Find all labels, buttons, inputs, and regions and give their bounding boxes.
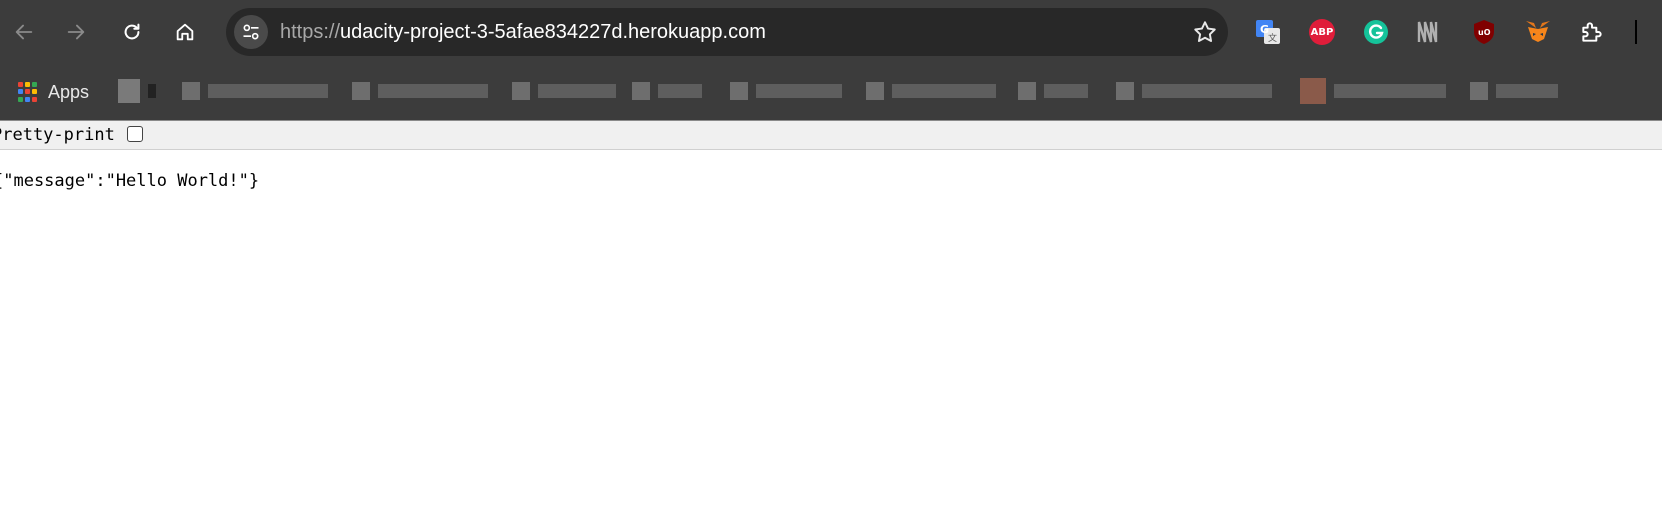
apps-shortcut[interactable]: Apps (18, 78, 89, 106)
apps-label: Apps (48, 81, 90, 102)
ublock-origin-icon: uO (1474, 20, 1494, 44)
tune-icon (243, 24, 259, 40)
bookmarks-bar: Apps (0, 64, 1662, 120)
metamask-icon (1526, 21, 1550, 42)
extensions-puzzle-icon (1582, 22, 1602, 42)
bookmark-item[interactable] (512, 78, 616, 104)
back-button[interactable] (6, 14, 42, 50)
svg-text:文: 文 (1268, 32, 1277, 44)
bookmark-item[interactable] (730, 78, 842, 104)
bookmark-item[interactable] (1300, 78, 1446, 104)
bookmark-item[interactable] (1018, 78, 1088, 104)
pretty-print-label: Pretty-print (0, 125, 115, 145)
bookmark-item[interactable] (1116, 78, 1272, 104)
toolbar-separator (1635, 20, 1637, 44)
google-translate-icon: G文 (1256, 20, 1280, 44)
json-viewer-toolbar: Pretty-print (0, 121, 1662, 150)
svg-text:uO: uO (1478, 28, 1491, 37)
bookmark-item[interactable] (352, 78, 488, 104)
reload-button[interactable] (114, 14, 150, 50)
bookmark-item[interactable] (118, 78, 156, 104)
site-info-button[interactable] (234, 15, 268, 49)
adblock-plus-icon: ABP (1309, 19, 1335, 45)
bookmark-item[interactable] (866, 78, 996, 104)
ublock-origin-extension[interactable]: uO (1470, 18, 1498, 46)
url-scheme: https:// (280, 21, 341, 43)
pretty-print-checkbox[interactable] (127, 126, 143, 142)
bookmark-item[interactable] (1470, 78, 1558, 104)
home-icon (176, 23, 194, 41)
grammarly-extension[interactable] (1362, 18, 1390, 46)
bookmark-item[interactable] (182, 78, 328, 104)
metamask-extension[interactable] (1524, 18, 1552, 46)
home-button[interactable] (167, 14, 203, 50)
url-host: udacity-project-3-5afae834227d.herokuapp… (340, 21, 766, 43)
forward-button[interactable] (58, 14, 94, 50)
url-text[interactable]: https://udacity-project-3-5afae834227d.h… (280, 21, 766, 43)
address-bar[interactable]: https://udacity-project-3-5afae834227d.h… (226, 8, 1228, 56)
back-arrow-icon (15, 24, 33, 40)
forward-arrow-icon (67, 24, 85, 40)
adblock-plus-extension[interactable]: ABP (1308, 18, 1336, 46)
grammarly-icon (1364, 20, 1388, 44)
json-response-text: {"message":"Hello World!"} (0, 171, 260, 191)
browser-toolbar: https://udacity-project-3-5afae834227d.h… (0, 0, 1662, 64)
google-translate-extension[interactable]: G文 (1254, 18, 1282, 46)
bookmark-star-icon[interactable] (1192, 19, 1218, 45)
extensions-menu-button[interactable] (1578, 18, 1606, 46)
apps-grid-icon (18, 82, 38, 102)
readwise-icon (1417, 21, 1438, 43)
bookmark-item[interactable] (632, 78, 702, 104)
readwise-extension[interactable] (1416, 18, 1444, 46)
reload-icon (124, 23, 140, 40)
